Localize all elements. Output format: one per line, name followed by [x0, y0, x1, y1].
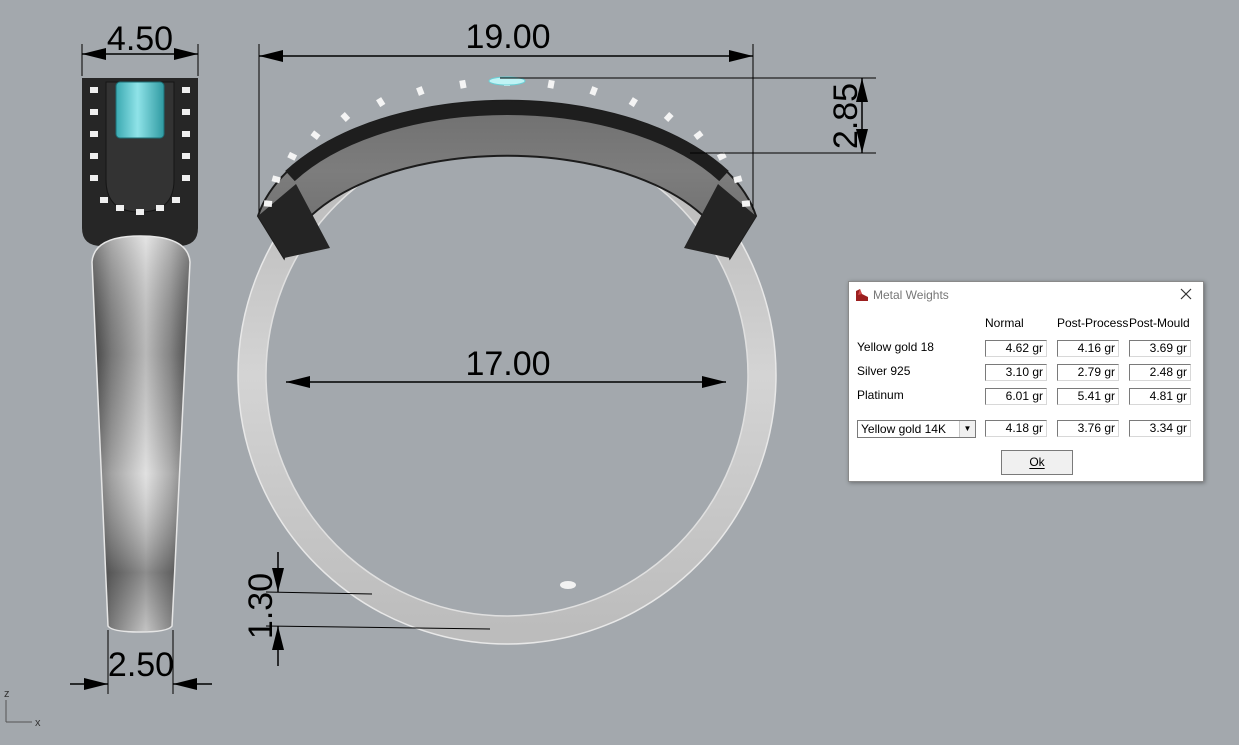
setting-stone — [693, 130, 704, 141]
prong-stud — [90, 109, 98, 115]
setting-stone — [416, 86, 425, 96]
dialog-title: Metal Weights — [873, 288, 949, 302]
metal-select-value: Yellow gold 14K — [861, 422, 946, 436]
dimension-bottom-width[interactable]: 2.50 — [70, 630, 212, 694]
weight-field[interactable]: 6.01 gr — [985, 388, 1047, 405]
metal-select-dropdown[interactable]: Yellow gold 14K ▼ — [857, 420, 976, 438]
weight-field[interactable]: 3.10 gr — [985, 364, 1047, 381]
prong-stud — [182, 131, 190, 137]
prong-stud — [100, 197, 108, 203]
chevron-down-icon[interactable]: ▼ — [959, 421, 975, 437]
setting-stone — [459, 79, 467, 89]
prong-stud — [90, 175, 98, 181]
prong-stud — [156, 205, 164, 211]
dim-label-bottom-width: 2.50 — [108, 646, 174, 684]
column-header-normal: Normal — [985, 316, 1024, 330]
center-gemstone — [115, 81, 165, 139]
axis-z-label: z — [4, 688, 10, 700]
axis-indicator: z x — [4, 688, 41, 729]
weight-field[interactable]: 3.76 gr — [1057, 420, 1119, 437]
weight-field[interactable]: 5.41 gr — [1057, 388, 1119, 405]
weight-field[interactable]: 3.69 gr — [1129, 340, 1191, 357]
row-label-platinum: Platinum — [857, 388, 904, 402]
ok-button-label: Ok — [1029, 455, 1045, 469]
prong-stud — [116, 205, 124, 211]
dim-label-top-width: 4.50 — [107, 20, 173, 58]
dim-label-height: 2.85 — [827, 83, 865, 149]
row-label-silver-925: Silver 925 — [857, 364, 911, 378]
prong-stud — [90, 153, 98, 159]
axis-x-label: x — [35, 717, 41, 729]
dimension-band-thickness[interactable]: 1.30 — [242, 552, 491, 666]
prong-stud — [182, 175, 190, 181]
ok-button[interactable]: Ok — [1001, 450, 1073, 475]
weight-field[interactable]: 4.16 gr — [1057, 340, 1119, 357]
dim-label-overall-width: 19.00 — [465, 18, 550, 56]
setting-stone — [547, 79, 555, 89]
column-header-post-process: Post-Process — [1057, 316, 1129, 330]
setting-stone — [628, 97, 638, 108]
prong-stud — [182, 153, 190, 159]
setting-stone — [589, 86, 598, 96]
column-header-post-mould: Post-Mould — [1129, 316, 1190, 330]
ring-head-front — [256, 99, 758, 261]
setting-stone — [340, 112, 351, 122]
dimension-top-width[interactable]: 4.50 — [81, 20, 199, 76]
prong-stud — [136, 209, 144, 215]
setting-stone — [376, 97, 386, 108]
dialog-titlebar[interactable]: Metal Weights — [849, 282, 1203, 308]
prong-stud — [172, 197, 180, 203]
metal-weights-dialog: Metal Weights Normal Post-Process Post-M… — [848, 281, 1204, 482]
setting-stone — [741, 200, 751, 207]
prong-stud — [182, 87, 190, 93]
weight-field[interactable]: 4.18 gr — [985, 420, 1047, 437]
setting-stone — [271, 175, 281, 184]
row-label-yellow-gold-18: Yellow gold 18 — [857, 340, 934, 354]
dimension-inner-diameter[interactable]: 17.00 — [286, 345, 726, 388]
weight-field[interactable]: 4.81 gr — [1129, 388, 1191, 405]
prong-stud — [182, 109, 190, 115]
ring-side-view — [82, 78, 198, 633]
setting-stone — [733, 175, 743, 184]
rhino-app-icon — [856, 289, 868, 301]
weight-field[interactable]: 3.34 gr — [1129, 420, 1191, 437]
weight-field[interactable]: 2.79 gr — [1057, 364, 1119, 381]
weight-field[interactable]: 4.62 gr — [985, 340, 1047, 357]
prong-stud — [90, 131, 98, 137]
setting-stone — [310, 130, 321, 141]
prong-stud — [90, 87, 98, 93]
setting-stone — [663, 112, 674, 122]
weight-field[interactable]: 2.48 gr — [1129, 364, 1191, 381]
dim-label-band-thickness: 1.30 — [242, 573, 280, 639]
setting-stone — [263, 200, 273, 207]
close-icon[interactable] — [1177, 285, 1195, 303]
setting-stone — [287, 151, 298, 161]
dim-label-inner-diameter: 17.00 — [465, 345, 550, 383]
